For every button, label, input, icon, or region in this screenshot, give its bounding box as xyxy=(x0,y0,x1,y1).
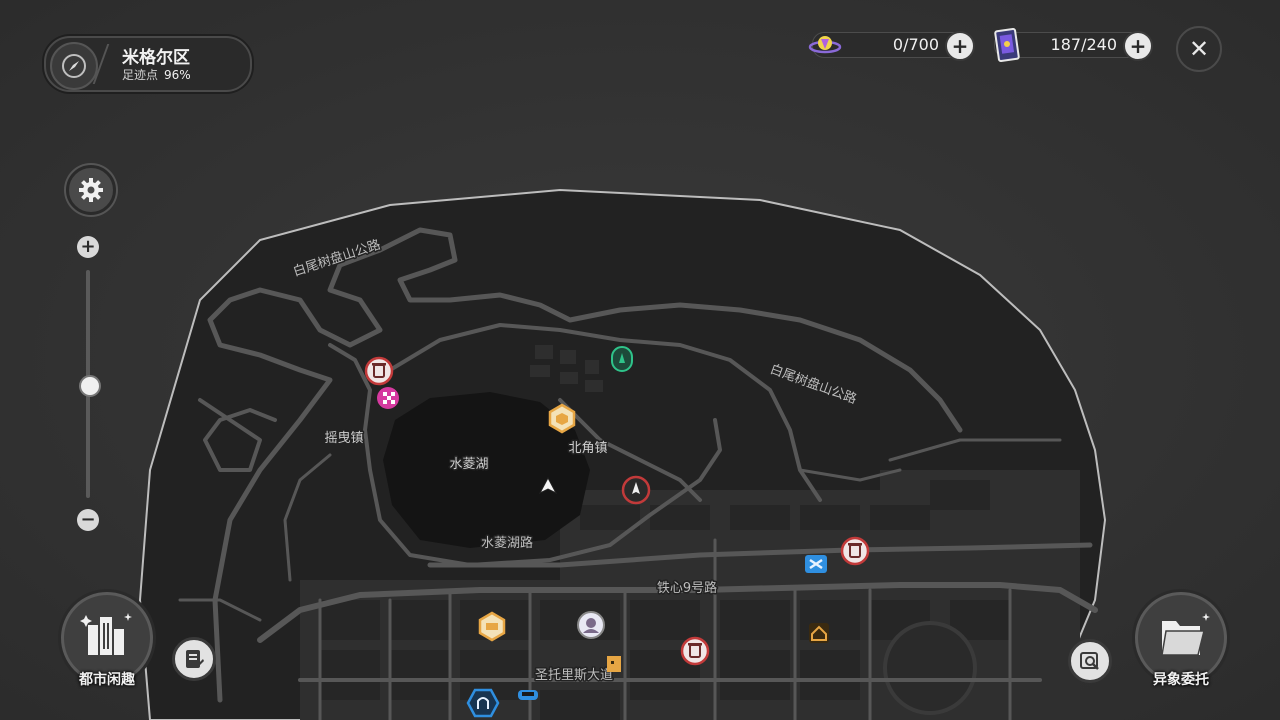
city-fun-button[interactable]: 都市闲趣 xyxy=(61,592,153,688)
edit-notes-icon xyxy=(186,650,204,668)
repair-tools-marker[interactable] xyxy=(805,555,827,573)
zoom-in-button[interactable]: + xyxy=(77,236,99,258)
spark-orb-icon xyxy=(808,36,842,54)
notes-button[interactable] xyxy=(172,637,216,681)
character-avatar-marker[interactable] xyxy=(577,611,605,639)
spark-add-button[interactable]: + xyxy=(945,31,975,61)
map-search-icon xyxy=(1080,652,1099,670)
zoom-out-button[interactable]: − xyxy=(77,509,99,531)
currency-spark: 0/700 + xyxy=(808,31,975,61)
city-fun-label: 都市闲趣 xyxy=(79,672,135,688)
footprint-label: 足迹点 xyxy=(122,68,159,82)
red-trash-marker[interactable] xyxy=(680,636,710,666)
map-search-button[interactable] xyxy=(1068,639,1112,683)
close-icon: ✕ xyxy=(1188,35,1210,63)
label-lake-road: 水菱湖路 xyxy=(481,535,533,551)
district-name: 米格尔区 xyxy=(122,48,190,68)
orange-box-marker[interactable] xyxy=(548,403,576,434)
location-badge[interactable]: 米格尔区 足迹点 96% xyxy=(44,36,252,92)
zoom-slider-thumb[interactable] xyxy=(79,375,101,397)
green-door-marker[interactable] xyxy=(611,346,633,372)
close-button[interactable]: ✕ xyxy=(1176,26,1222,72)
anomaly-commission-button[interactable]: 异象委托 xyxy=(1135,592,1227,688)
label-north-town: 北角镇 xyxy=(568,441,607,456)
anomaly-commission-label: 异象委托 xyxy=(1153,672,1209,688)
stadium xyxy=(883,621,977,715)
rocket-marker[interactable] xyxy=(621,475,651,505)
blue-gate-marker[interactable] xyxy=(466,688,500,718)
currency-card: 187/240 + xyxy=(994,28,1153,62)
red-trash-marker[interactable] xyxy=(364,356,394,386)
label-sway-town: 摇曳镇 xyxy=(324,431,363,446)
settings-button[interactable] xyxy=(66,165,116,215)
footprint-value: 96% xyxy=(164,68,191,82)
footprint-progress: 足迹点 96% xyxy=(122,66,191,83)
orange-shop-marker[interactable] xyxy=(478,611,506,642)
card-icon xyxy=(994,28,1020,62)
compass-icon[interactable] xyxy=(50,42,98,90)
red-trash-marker[interactable] xyxy=(840,536,870,566)
gear-icon xyxy=(79,178,103,202)
label-iron-road: 铁心9号路 xyxy=(657,580,717,596)
map-canvas[interactable]: 水菱湖 北角镇 摇曳镇 水菱湖路 铁心9号路 圣托里斯大道 白尾树盘山公路 白尾… xyxy=(0,0,1280,720)
spark-value: 0/700 xyxy=(892,35,939,54)
label-lake: 水菱湖 xyxy=(449,457,488,472)
card-add-button[interactable]: + xyxy=(1123,31,1153,61)
house-marker[interactable] xyxy=(809,623,829,643)
car-marker[interactable] xyxy=(518,690,538,700)
label-avenue: 圣托里斯大道 xyxy=(535,668,613,683)
orange-building-marker[interactable] xyxy=(607,656,621,672)
card-value: 187/240 xyxy=(1050,35,1117,54)
race-flag-marker[interactable] xyxy=(377,387,399,409)
